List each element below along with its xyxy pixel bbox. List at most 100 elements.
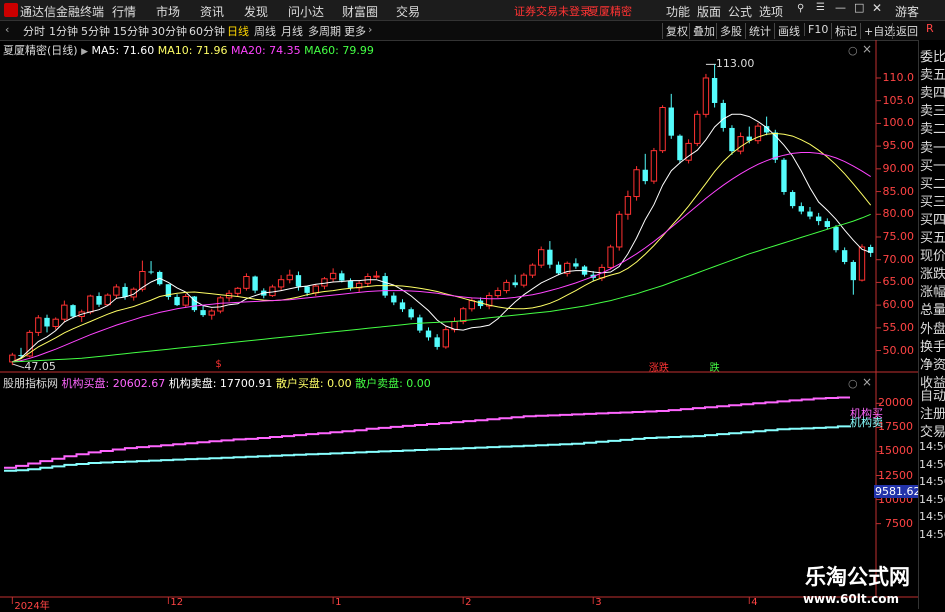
candle-body-up xyxy=(312,285,319,294)
sidebar-field-label: 买四 xyxy=(920,212,945,228)
sidebar-field-label: 换手 xyxy=(920,339,945,355)
candle-body-down xyxy=(668,107,674,136)
low-price-label: 47.05 xyxy=(24,359,56,373)
sidebar-field-label: 买五 xyxy=(920,231,945,246)
candle-body-up xyxy=(538,249,545,266)
candle-body-up xyxy=(659,107,666,152)
candle-body-down xyxy=(798,206,804,212)
candle-body-up xyxy=(243,276,250,289)
candle-body-up xyxy=(277,279,285,288)
sidebar-field-label: 现价 xyxy=(920,249,945,265)
candle-body-up xyxy=(286,274,293,281)
sub-y-tick-label: 12500 xyxy=(878,468,913,482)
pane-settings-icon[interactable]: ○ xyxy=(848,44,858,57)
sub-y-tick-label: 15000 xyxy=(878,444,913,458)
candle-body-down xyxy=(789,192,796,207)
sidebar-time-label: 14:56 xyxy=(919,527,945,541)
candle-body-down xyxy=(44,317,50,327)
sidebar-action-label[interactable]: 自动 xyxy=(920,385,945,404)
sidebar-field-label: 买三 xyxy=(920,194,945,210)
y-tick-label: 95.00 xyxy=(882,139,915,153)
sidebar-field-label: 外盘 xyxy=(920,321,945,337)
sidebar-field-label: 净资 xyxy=(920,357,945,373)
sidebar-time-label: 14:56 xyxy=(919,510,945,523)
candle-body-up xyxy=(217,297,224,312)
candle-body-up xyxy=(234,287,241,294)
y-tick-label: 105.0 xyxy=(882,93,915,107)
candle-body-up xyxy=(373,275,380,278)
sidebar-time-label: 14:56 xyxy=(919,492,945,506)
ma-line-ma10 xyxy=(12,132,872,363)
candle-body-down xyxy=(200,310,206,316)
candle-body-up xyxy=(52,318,59,327)
candle-body-up xyxy=(104,294,111,306)
x-tick-label: 3 xyxy=(595,597,602,608)
sidebar-field-label: 委比 xyxy=(920,50,945,65)
sidebar-field-label: 涨跌 xyxy=(920,267,945,283)
sidebar-action-label[interactable]: 注册 xyxy=(920,403,945,422)
subpane-close-icon[interactable]: × xyxy=(862,375,872,389)
candle-body-up xyxy=(754,125,762,142)
y-tick-label: 75.00 xyxy=(882,229,915,243)
sidebar-action-label[interactable]: 交易 xyxy=(920,421,945,440)
candle-body-down xyxy=(96,296,102,305)
candle-body-down xyxy=(391,295,397,303)
candle-body-down xyxy=(399,302,406,310)
candle-body-down xyxy=(425,330,432,338)
candle-body-down xyxy=(815,216,822,222)
signal-marker-dollar: $ xyxy=(215,359,222,370)
candle-body-down xyxy=(174,296,180,306)
y-tick-label: 110.0 xyxy=(882,70,915,84)
candle-body-up xyxy=(87,295,94,313)
candle-body-up xyxy=(503,281,510,292)
candle-body-up xyxy=(208,310,215,316)
candle-body-up xyxy=(329,272,337,280)
chart-canvas[interactable] xyxy=(0,0,945,609)
sidebar-field-label: 卖一 xyxy=(920,140,945,156)
candle-body-down xyxy=(555,264,562,274)
candle-body-down xyxy=(547,249,553,265)
candlestick-series xyxy=(9,64,874,366)
x-tick-label: 1 xyxy=(335,597,342,608)
candle-body-down xyxy=(434,337,440,347)
high-price-label: 113.00 xyxy=(715,57,755,71)
sidebar-r-icon[interactable]: R xyxy=(926,22,934,35)
candle-body-down xyxy=(781,159,787,193)
sidebar-field-label: 总量 xyxy=(920,303,945,319)
indicator-line-0 xyxy=(4,396,850,469)
candle-body-up xyxy=(442,329,450,348)
subpane-settings-icon[interactable]: ○ xyxy=(848,377,858,390)
candle-body-up xyxy=(113,286,120,296)
candle-body-up xyxy=(182,295,189,306)
inst-sell-tag: 机构卖 xyxy=(850,416,883,429)
watermark-title: 乐淘公式网 xyxy=(805,565,910,589)
signal-marker-down: 跌 xyxy=(709,363,720,374)
candle-body-up xyxy=(321,278,328,287)
ma-line-ma20 xyxy=(12,152,871,363)
candle-body-up xyxy=(650,150,658,182)
candle-body-down xyxy=(642,169,648,182)
candle-body-up xyxy=(694,113,701,144)
candle-body-down xyxy=(711,77,718,103)
sidebar-field-label: 卖二 xyxy=(920,122,945,138)
y-tick-label: 85.00 xyxy=(882,184,915,198)
candle-body-down xyxy=(295,275,302,287)
candle-body-down xyxy=(122,286,128,297)
candle-body-up xyxy=(616,213,623,248)
candle-body-down xyxy=(148,271,154,273)
candle-body-down xyxy=(339,273,345,281)
candle-body-down xyxy=(408,309,414,318)
sidebar-time-label: 14:56 xyxy=(919,440,945,453)
indicator-lines xyxy=(4,396,851,472)
sub-y-tick-label: 7500 xyxy=(885,516,913,530)
candle-body-down xyxy=(729,127,735,152)
x-tick-label: 12 xyxy=(170,597,184,608)
candle-body-up xyxy=(633,169,640,198)
sidebar-field-label: 卖五 xyxy=(920,68,945,84)
crosshair-value-label: 9581.62 xyxy=(874,485,922,498)
y-tick-label: 80.00 xyxy=(882,207,915,221)
y-tick-label: 65.00 xyxy=(882,275,915,289)
candle-body-down xyxy=(807,211,813,217)
candle-body-up xyxy=(858,246,866,281)
pane-close-icon[interactable]: × xyxy=(862,42,872,56)
